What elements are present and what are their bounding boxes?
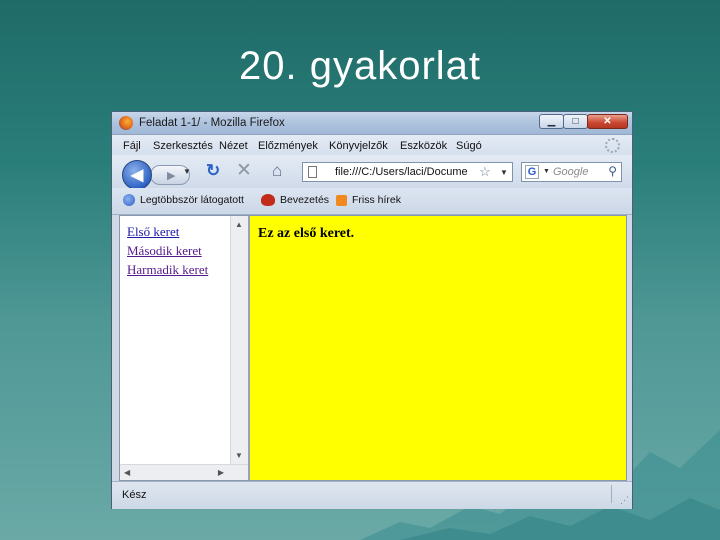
scroll-right-icon[interactable]: ▶ (218, 468, 224, 477)
google-engine-icon[interactable]: G (525, 165, 539, 179)
reload-icon[interactable]: ↻ (206, 162, 220, 179)
bookmark-label: Legtöbbször látogatott (140, 194, 244, 206)
home-icon[interactable]: ⌂ (272, 162, 282, 179)
bookmarks-toolbar: Legtöbbször látogatott Bevezetés Friss h… (112, 188, 632, 215)
menu-history[interactable]: Előzmények (258, 140, 318, 152)
horizontal-scrollbar[interactable]: ◀ ▶ (120, 464, 248, 480)
throbber-icon (605, 138, 620, 153)
vertical-scrollbar[interactable]: ▲ ▼ (230, 216, 248, 464)
forward-arrow-icon: ▶ (167, 169, 176, 182)
menu-edit[interactable]: Szerkesztés (153, 140, 213, 152)
link-first-frame[interactable]: Első keret (127, 224, 179, 240)
bookmark-most-visited[interactable]: Legtöbbször látogatott (123, 194, 244, 206)
search-placeholder[interactable]: Google (553, 166, 605, 178)
status-divider (611, 485, 612, 503)
url-dropdown-icon[interactable]: ▼ (500, 168, 508, 177)
status-text: Kész (122, 489, 147, 501)
close-button[interactable]: ✕ (587, 114, 628, 129)
frame-heading: Ez az első keret. (258, 226, 355, 241)
menu-bookmarks[interactable]: Könyvjelzők (329, 140, 388, 152)
back-arrow-icon: ◀ (130, 167, 144, 184)
scroll-down-icon[interactable]: ▼ (235, 451, 243, 460)
url-text[interactable]: file:///C:/Users/laci/Docume (335, 166, 475, 178)
bookmark-label: Bevezetés (280, 194, 330, 206)
stop-icon[interactable]: ✕ (236, 161, 252, 180)
scroll-left-icon[interactable]: ◀ (124, 468, 130, 477)
menu-help[interactable]: Súgó (456, 140, 482, 152)
scroll-up-icon[interactable]: ▲ (235, 220, 243, 229)
menu-view[interactable]: Nézet (219, 140, 248, 152)
menu-file[interactable]: Fájl (123, 140, 141, 152)
globe-icon (123, 194, 135, 206)
slide-title: 20. gyakorlat (238, 44, 482, 88)
maximize-button[interactable]: □ (563, 114, 588, 129)
left-frame: Első keret Második keret Harmadik keret … (120, 216, 250, 480)
minimize-button[interactable]: ▁ (539, 114, 564, 129)
bookmark-star-icon[interactable]: ☆ (479, 164, 491, 180)
browser-window: Feladat 1-1/ - Mozilla Firefox ▁ □ ✕ Fáj… (111, 111, 633, 509)
search-icon[interactable]: ⚲ (608, 164, 617, 178)
search-box[interactable]: G ▼ Google ⚲ (521, 162, 622, 182)
search-engine-dropdown-icon[interactable]: ▼ (543, 168, 550, 175)
link-third-frame[interactable]: Harmadik keret (127, 262, 208, 278)
firefox-logo-icon (119, 116, 133, 130)
navigation-toolbar: ▶ ◀ ▼ ↻ ✕ ⌂ file:///C:/Users/laci/Docume… (112, 155, 632, 190)
window-title: Feladat 1-1/ - Mozilla Firefox (139, 117, 285, 129)
right-frame: Ez az első keret. (250, 216, 626, 480)
status-bar: Kész ⋰ (112, 481, 632, 509)
link-second-frame[interactable]: Második keret (127, 243, 202, 259)
title-bar[interactable]: Feladat 1-1/ - Mozilla Firefox ▁ □ ✕ (112, 112, 632, 135)
address-bar[interactable]: file:///C:/Users/laci/Docume ☆ ▼ (302, 162, 513, 182)
page-content: Első keret Második keret Harmadik keret … (119, 215, 627, 481)
menu-bar: Fájl Szerkesztés Nézet Előzmények Könyvj… (112, 135, 632, 155)
ladybug-icon (261, 194, 275, 206)
bookmark-bevezetes[interactable]: Bevezetés (261, 194, 329, 206)
bookmark-label: Friss hírek (352, 194, 402, 206)
history-dropdown-icon[interactable]: ▼ (183, 167, 191, 176)
back-button[interactable]: ◀ (122, 160, 152, 190)
resize-grip-icon[interactable]: ⋰ (620, 495, 629, 506)
bookmark-friss-hirek[interactable]: Friss hírek (336, 194, 401, 206)
page-icon (308, 166, 317, 178)
menu-tools[interactable]: Eszközök (400, 140, 447, 152)
rss-icon (336, 194, 347, 206)
